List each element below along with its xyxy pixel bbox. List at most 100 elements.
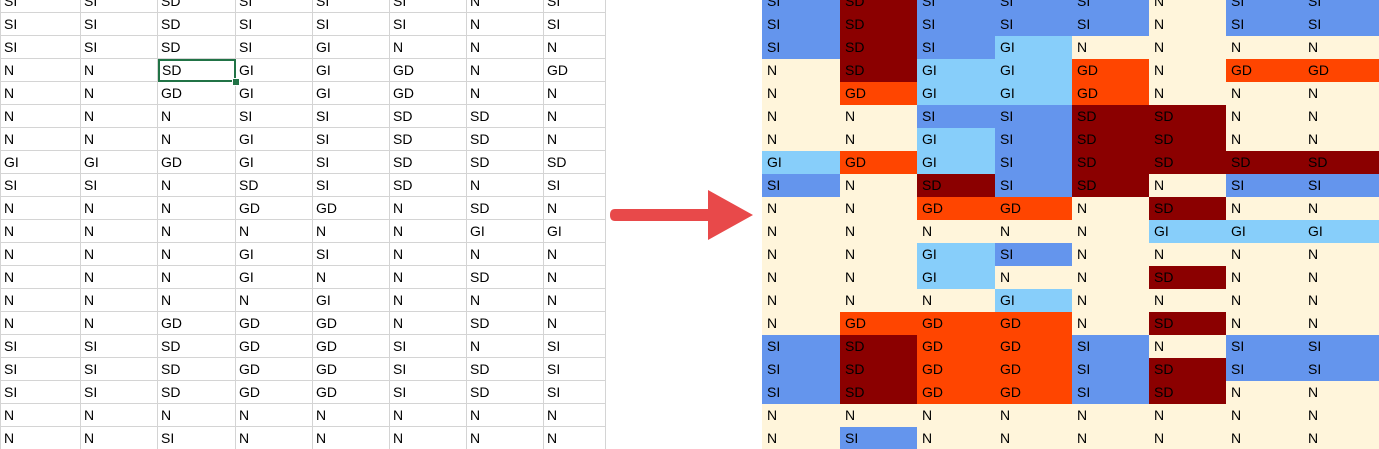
source-cell[interactable]: SI bbox=[544, 0, 606, 13]
colored-cell-si[interactable]: SI bbox=[995, 151, 1072, 174]
source-cell[interactable]: N bbox=[1, 289, 81, 312]
colored-cell-n[interactable]: N bbox=[1149, 82, 1226, 105]
colored-cell-n[interactable]: N bbox=[1149, 335, 1226, 358]
colored-cell-sd[interactable]: SD bbox=[1072, 105, 1149, 128]
colored-cell-n[interactable]: N bbox=[762, 197, 840, 220]
colored-cell-n[interactable]: N bbox=[1149, 59, 1226, 82]
source-cell[interactable]: N bbox=[467, 0, 544, 13]
source-cell[interactable]: SI bbox=[390, 358, 467, 381]
source-cell[interactable]: N bbox=[467, 174, 544, 197]
source-cell[interactable]: N bbox=[81, 266, 158, 289]
source-cell[interactable]: SD bbox=[467, 381, 544, 404]
colored-cell-n[interactable]: N bbox=[995, 404, 1072, 427]
source-cell[interactable]: SD bbox=[467, 312, 544, 335]
colored-cell-n[interactable]: N bbox=[1303, 36, 1379, 59]
colored-cell-n[interactable]: N bbox=[995, 266, 1072, 289]
source-cell[interactable]: SI bbox=[236, 36, 313, 59]
source-cell[interactable]: GI bbox=[236, 151, 313, 174]
source-cell[interactable]: SD bbox=[236, 174, 313, 197]
colored-cell-n[interactable]: N bbox=[762, 82, 840, 105]
source-cell[interactable]: GI bbox=[313, 82, 390, 105]
colored-cell-n[interactable]: N bbox=[762, 220, 840, 243]
source-cell[interactable]: N bbox=[236, 404, 313, 427]
colored-cell-sd[interactable]: SD bbox=[840, 335, 917, 358]
colored-cell-gi[interactable]: GI bbox=[917, 59, 995, 82]
source-cell[interactable]: GD bbox=[313, 312, 390, 335]
colored-cell-n[interactable]: N bbox=[840, 404, 917, 427]
colored-cell-sd[interactable]: SD bbox=[917, 174, 995, 197]
source-cell[interactable]: SD bbox=[467, 358, 544, 381]
source-cell[interactable]: N bbox=[1, 128, 81, 151]
source-cell[interactable]: N bbox=[81, 59, 158, 82]
colored-cell-n[interactable]: N bbox=[1072, 266, 1149, 289]
source-cell[interactable]: N bbox=[544, 243, 606, 266]
colored-cell-gi[interactable]: GI bbox=[995, 82, 1072, 105]
colored-cell-n[interactable]: N bbox=[1149, 404, 1226, 427]
colored-cell-si[interactable]: SI bbox=[1303, 13, 1379, 36]
colored-cell-sd[interactable]: SD bbox=[1149, 151, 1226, 174]
colored-cell-n[interactable]: N bbox=[1072, 404, 1149, 427]
colored-cell-si[interactable]: SI bbox=[1226, 335, 1303, 358]
source-cell[interactable]: N bbox=[467, 289, 544, 312]
colored-cell-si[interactable]: SI bbox=[995, 174, 1072, 197]
source-cell[interactable]: GD bbox=[544, 59, 606, 82]
source-cell[interactable]: N bbox=[158, 266, 236, 289]
source-cell[interactable]: N bbox=[81, 427, 158, 449]
colored-cell-si[interactable]: SI bbox=[1072, 13, 1149, 36]
colored-cell-n[interactable]: N bbox=[1226, 427, 1303, 449]
colored-cell-gi[interactable]: GI bbox=[917, 243, 995, 266]
source-cell[interactable]: GD bbox=[390, 82, 467, 105]
source-cell[interactable]: GI bbox=[236, 266, 313, 289]
source-cell[interactable]: GI bbox=[236, 59, 313, 82]
source-cell[interactable]: GD bbox=[236, 335, 313, 358]
colored-cell-n[interactable]: N bbox=[1226, 289, 1303, 312]
colored-cell-si[interactable]: SI bbox=[1072, 0, 1149, 13]
colored-cell-sd[interactable]: SD bbox=[1149, 128, 1226, 151]
source-cell[interactable]: GD bbox=[236, 358, 313, 381]
source-cell[interactable]: N bbox=[390, 36, 467, 59]
colored-cell-gd[interactable]: GD bbox=[995, 312, 1072, 335]
colored-cell-si[interactable]: SI bbox=[1303, 358, 1379, 381]
colored-cell-n[interactable]: N bbox=[762, 128, 840, 151]
colored-cell-n[interactable]: N bbox=[762, 312, 840, 335]
source-cell[interactable]: N bbox=[1, 312, 81, 335]
source-cell[interactable]: SI bbox=[236, 105, 313, 128]
source-cell[interactable]: SD bbox=[158, 13, 236, 36]
source-cell[interactable]: SI bbox=[390, 381, 467, 404]
colored-cell-sd[interactable]: SD bbox=[1072, 151, 1149, 174]
colored-cell-n[interactable]: N bbox=[840, 128, 917, 151]
source-cell[interactable]: SI bbox=[544, 381, 606, 404]
colored-cell-gi[interactable]: GI bbox=[995, 59, 1072, 82]
source-cell[interactable]: GI bbox=[467, 220, 544, 243]
colored-cell-si[interactable]: SI bbox=[995, 0, 1072, 13]
colored-cell-sd[interactable]: SD bbox=[1149, 105, 1226, 128]
colored-cell-n[interactable]: N bbox=[1303, 243, 1379, 266]
source-cell[interactable]: SD bbox=[158, 358, 236, 381]
source-cell[interactable]: N bbox=[313, 266, 390, 289]
source-cell[interactable]: GD bbox=[390, 59, 467, 82]
source-cell[interactable]: N bbox=[544, 128, 606, 151]
colored-cell-sd[interactable]: SD bbox=[1149, 266, 1226, 289]
colored-cell-sd[interactable]: SD bbox=[840, 381, 917, 404]
colored-cell-gd[interactable]: GD bbox=[917, 312, 995, 335]
source-cell[interactable]: GD bbox=[313, 197, 390, 220]
colored-cell-gi[interactable]: GI bbox=[917, 128, 995, 151]
colored-cell-gi[interactable]: GI bbox=[917, 151, 995, 174]
colored-cell-n[interactable]: N bbox=[1303, 105, 1379, 128]
colored-cell-n[interactable]: N bbox=[1149, 243, 1226, 266]
colored-cell-n[interactable]: N bbox=[1072, 197, 1149, 220]
colored-cell-n[interactable]: N bbox=[840, 243, 917, 266]
colored-cell-sd[interactable]: SD bbox=[1072, 128, 1149, 151]
source-cell[interactable]: N bbox=[81, 289, 158, 312]
source-cell[interactable]: GI bbox=[313, 59, 390, 82]
source-cell[interactable]: SD bbox=[467, 128, 544, 151]
source-cell[interactable]: SD bbox=[390, 105, 467, 128]
colored-cell-gd[interactable]: GD bbox=[840, 312, 917, 335]
colored-cell-gd[interactable]: GD bbox=[995, 358, 1072, 381]
colored-cell-n[interactable]: N bbox=[762, 243, 840, 266]
source-cell[interactable]: SI bbox=[313, 128, 390, 151]
source-cell[interactable]: GI bbox=[1, 151, 81, 174]
source-cell[interactable]: SI bbox=[1, 13, 81, 36]
source-cell[interactable]: GD bbox=[313, 335, 390, 358]
source-cell[interactable]: SI bbox=[544, 13, 606, 36]
